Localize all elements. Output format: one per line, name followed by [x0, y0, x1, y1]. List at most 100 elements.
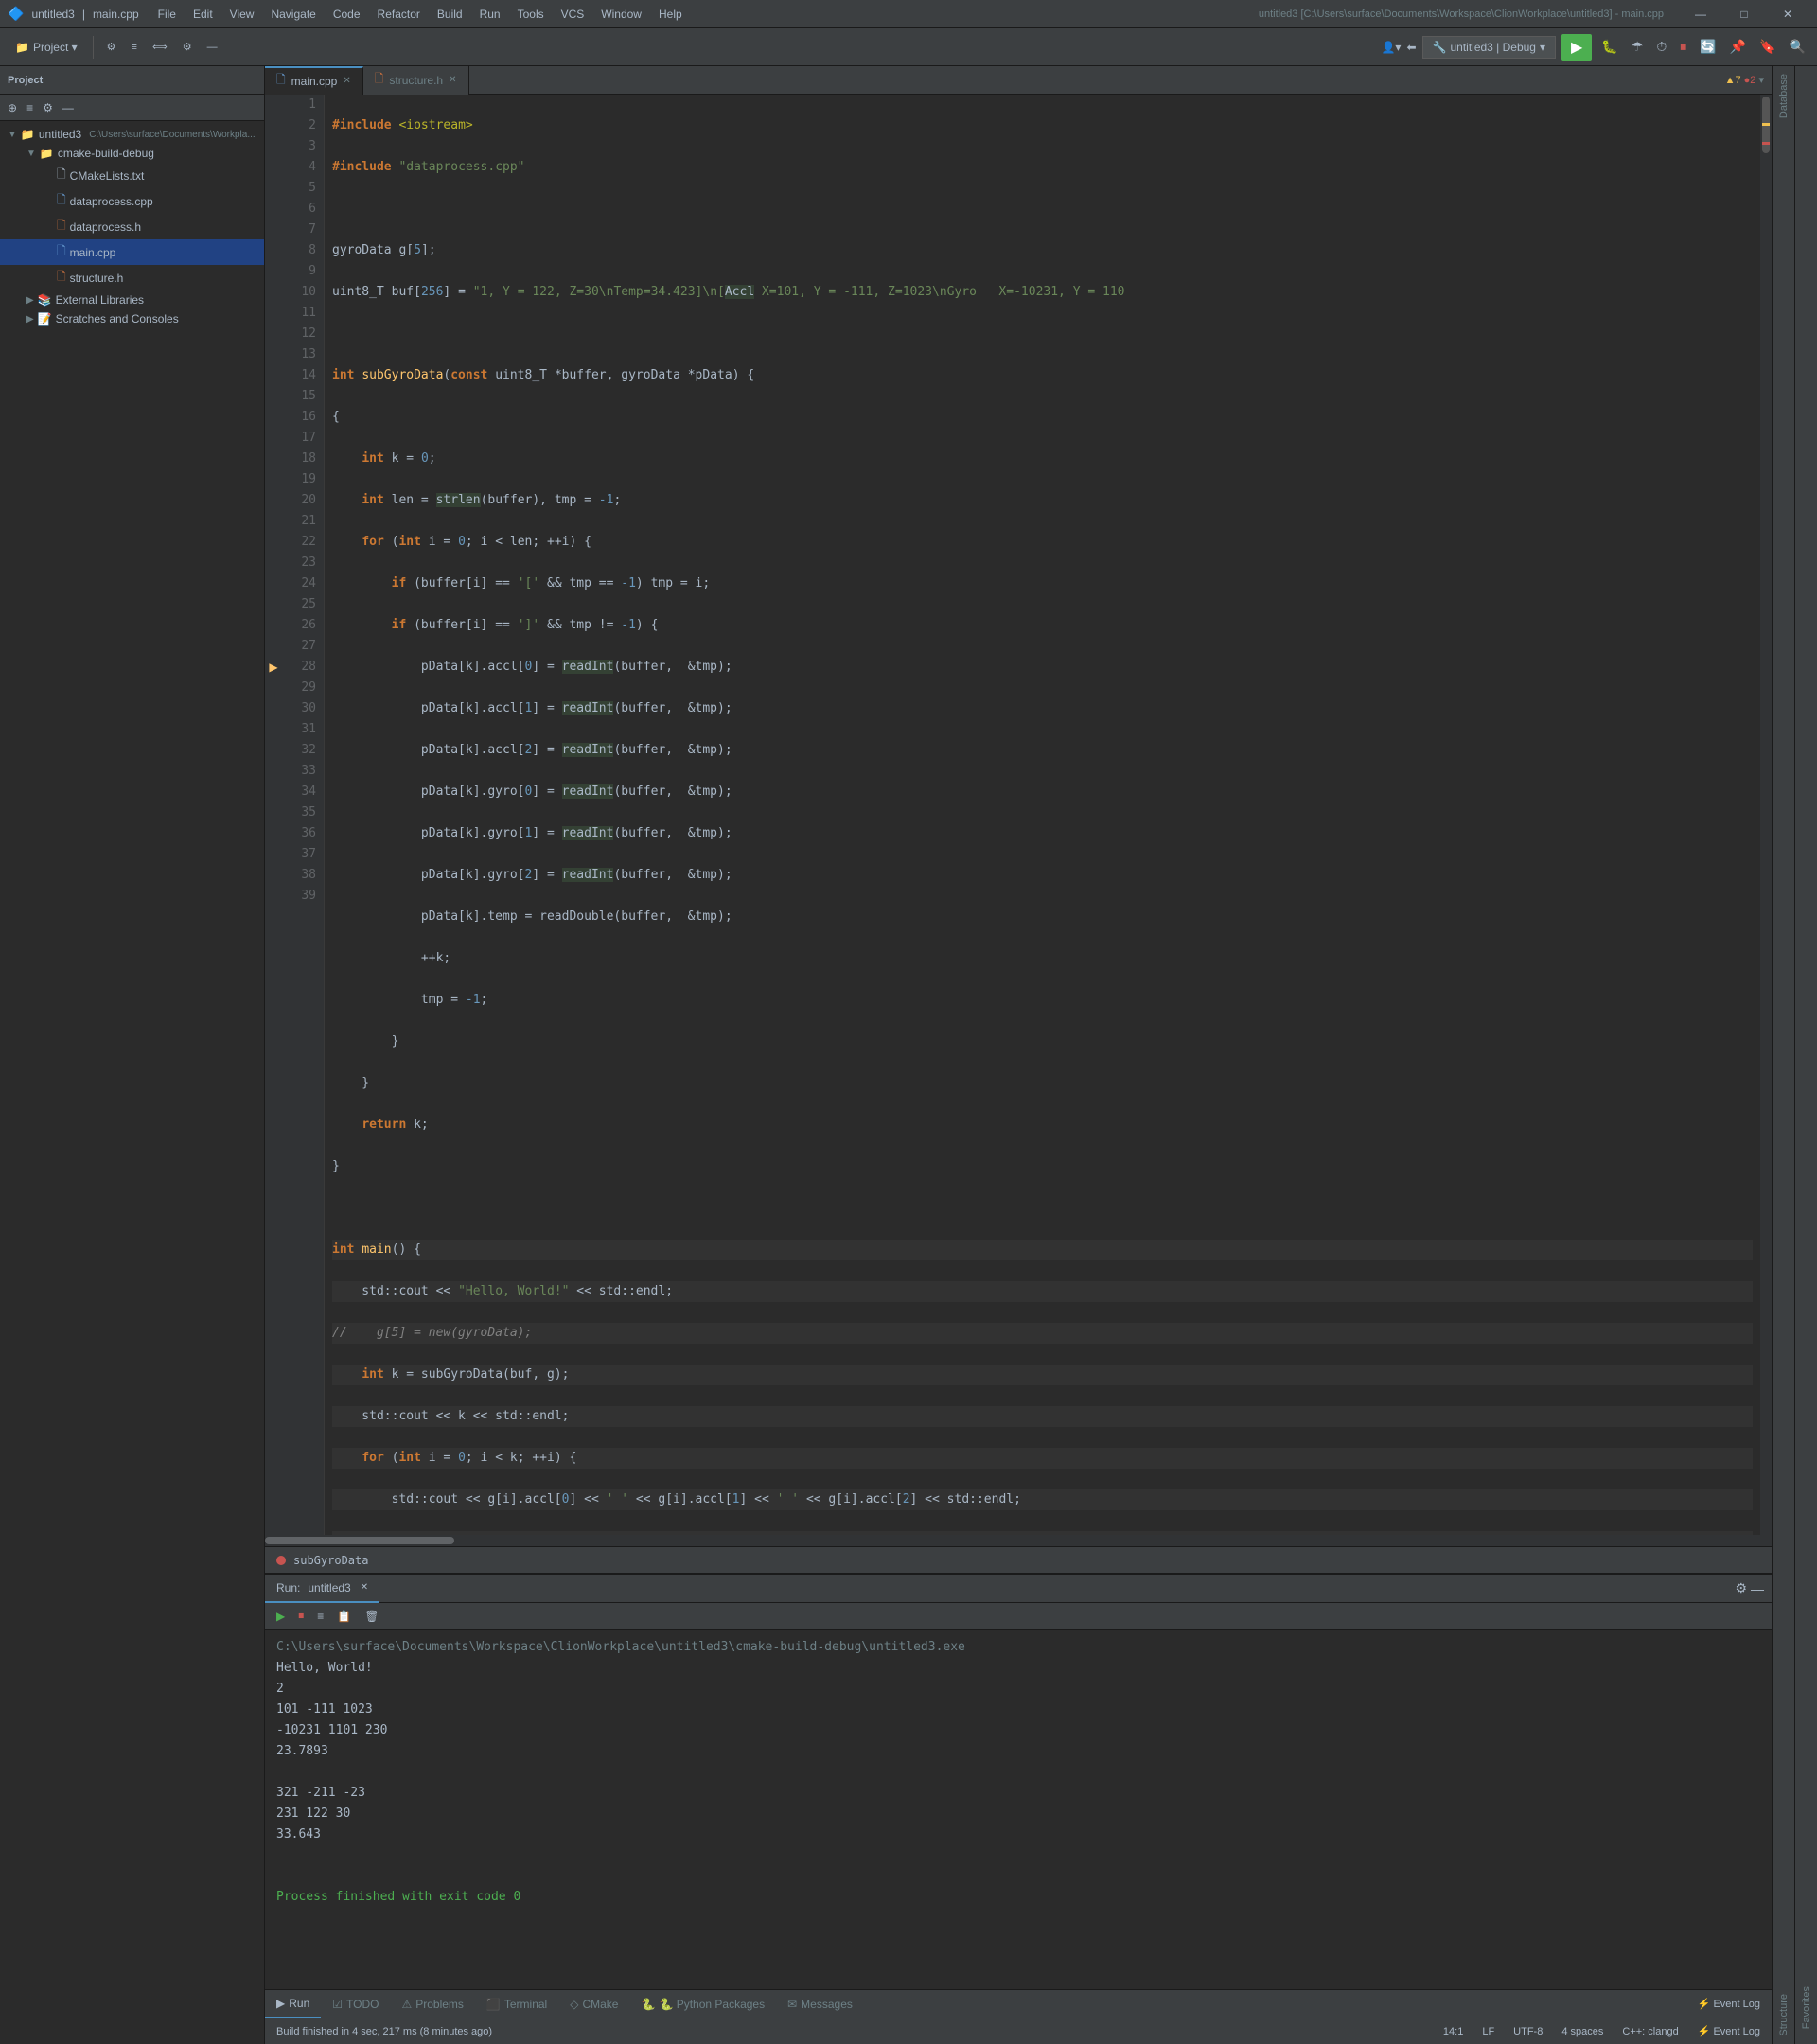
- bottom-toolbar-tab-run[interactable]: ▶ Run: [265, 1990, 321, 2018]
- bottom-toolbar-tab-terminal[interactable]: ⬛ Terminal: [475, 1990, 558, 2018]
- tab-structure-h[interactable]: 🗋 structure.h ✕: [363, 66, 469, 95]
- menu-help[interactable]: Help: [651, 4, 690, 25]
- code-line-6: [332, 324, 1753, 344]
- menu-window[interactable]: Window: [593, 4, 649, 25]
- sidebar-label-cmakelists: CMakeLists.txt: [70, 169, 145, 183]
- tab-main-cpp[interactable]: 🗋 main.cpp ✕: [265, 66, 363, 95]
- toolbar-gear-btn[interactable]: ⚙: [177, 37, 198, 57]
- bottom-toolbar-tab-problems[interactable]: ⚠ Problems: [390, 1990, 474, 2018]
- language-server[interactable]: C++: clangd: [1618, 2026, 1682, 2037]
- gutter-18: [265, 449, 282, 469]
- debug-run-button[interactable]: 🐛: [1597, 35, 1621, 59]
- menu-build[interactable]: Build: [430, 4, 470, 25]
- bottom-tab-run[interactable]: Run: untitled3 ✕: [265, 1575, 379, 1603]
- attach-button[interactable]: 📌: [1726, 35, 1750, 59]
- menu-view[interactable]: View: [222, 4, 262, 25]
- maximize-button[interactable]: □: [1722, 0, 1766, 28]
- sidebar-item-main-cpp[interactable]: 🗋 main.cpp: [0, 239, 264, 265]
- bottom-toolbar-tab-cmake[interactable]: ◇ CMake: [558, 1990, 629, 2018]
- profile-button[interactable]: ⏱: [1652, 35, 1670, 59]
- copy-output-btn[interactable]: 📋: [333, 1608, 355, 1625]
- gutter-27: [265, 636, 282, 657]
- ln-13: 13: [290, 344, 316, 365]
- minimize-button[interactable]: —: [1679, 0, 1722, 28]
- menu-refactor[interactable]: Refactor: [370, 4, 428, 25]
- code-line-15: pData[k].accl[1] = readInt(buffer, &tmp)…: [332, 698, 1753, 719]
- sidebar-item-structure-h[interactable]: 🗋 structure.h: [0, 265, 264, 291]
- settings-icon[interactable]: ⚙: [1735, 1580, 1747, 1596]
- menu-vcs[interactable]: VCS: [554, 4, 592, 25]
- bookmark-button[interactable]: 🔖: [1755, 35, 1779, 59]
- menu-edit[interactable]: Edit: [185, 4, 221, 25]
- sidebar-add-btn[interactable]: ⊕: [4, 99, 21, 116]
- gutter-39: [265, 886, 282, 907]
- code-content[interactable]: #include <iostream> #include "dataproces…: [325, 95, 1760, 1535]
- sidebar-item-cmake-build-debug[interactable]: ▼ 📁 cmake-build-debug: [0, 144, 264, 163]
- toolbar-minus-btn[interactable]: —: [202, 38, 223, 57]
- run-list-btn[interactable]: ≡: [313, 1608, 327, 1625]
- event-log-status[interactable]: ⚡ Event Log: [1694, 2025, 1764, 2037]
- event-log-button[interactable]: ⚡ Event Log: [1698, 1998, 1772, 2010]
- sidebar-item-dataprocess-h[interactable]: 🗋 dataprocess.h: [0, 214, 264, 239]
- favorites-tab[interactable]: Favorites: [1797, 1979, 1816, 2036]
- debug-config-dropdown[interactable]: 🔧 untitled3 | Debug ▾: [1422, 36, 1557, 59]
- project-sidebar: Project ⊕ ≡ ⚙ — ▼ 📁 untitled3 C:\Users\s…: [0, 66, 265, 2044]
- toolbar-list-btn[interactable]: ≡: [126, 38, 143, 57]
- code-editor: ▶ 1 2 3 4 5 6 7: [265, 95, 1772, 1535]
- sidebar-item-dataprocess-cpp[interactable]: 🗋 dataprocess.cpp: [0, 188, 264, 214]
- main-area: Project ⊕ ≡ ⚙ — ▼ 📁 untitled3 C:\Users\s…: [0, 66, 1817, 2044]
- tab-close-structure-h[interactable]: ✕: [449, 75, 456, 85]
- tab-label-main-cpp: main.cpp: [291, 75, 338, 88]
- h-scrollbar-thumb[interactable]: [265, 1537, 454, 1544]
- run-tab-close[interactable]: ✕: [361, 1582, 368, 1593]
- menu-file[interactable]: File: [150, 4, 184, 25]
- scratches-icon: 📝: [38, 312, 52, 326]
- search-everywhere-button[interactable]: 🔍: [1786, 35, 1809, 59]
- clear-output-btn[interactable]: 🗑: [361, 1608, 382, 1625]
- sidebar-list-btn[interactable]: ≡: [23, 99, 37, 116]
- project-dropdown[interactable]: 📁 Project ▾: [8, 37, 85, 58]
- menu-navigate[interactable]: Navigate: [263, 4, 323, 25]
- horizontal-scrollbar[interactable]: [265, 1535, 1772, 1546]
- vcs-user-icon[interactable]: 👤▾: [1381, 41, 1401, 54]
- back-button[interactable]: ⬅: [1406, 41, 1416, 54]
- tab-icon-structure-h: 🗋: [375, 70, 384, 90]
- ln-9: 9: [290, 261, 316, 282]
- sidebar-settings-btn[interactable]: ⚙: [39, 99, 57, 116]
- sidebar-item-external-libs[interactable]: ▶ 📚 External Libraries: [0, 291, 264, 309]
- bottom-toolbar-tab-todo[interactable]: ☑ TODO: [321, 1990, 390, 2018]
- menu-tools[interactable]: Tools: [510, 4, 552, 25]
- sidebar-minimize-btn[interactable]: —: [59, 99, 78, 116]
- menu-code[interactable]: Code: [326, 4, 368, 25]
- reload-button[interactable]: 🔄: [1696, 35, 1720, 59]
- run-again-button[interactable]: ▶: [273, 1608, 289, 1625]
- gutter-38: [265, 865, 282, 886]
- indent-settings[interactable]: 4 spaces: [1558, 2026, 1607, 2037]
- encoding[interactable]: UTF-8: [1509, 2026, 1546, 2037]
- code-line-34: std::cout << g[i].accl[0] << ' ' << g[i]…: [332, 1489, 1753, 1510]
- tab-close-main-cpp[interactable]: ✕: [343, 76, 350, 86]
- line-endings[interactable]: LF: [1478, 2026, 1498, 2037]
- coverage-button[interactable]: ☂: [1628, 35, 1648, 59]
- stop-run-button[interactable]: ⏹: [294, 1607, 308, 1625]
- editor-scrollbar[interactable]: [1760, 95, 1772, 1535]
- ln-30: 30: [290, 698, 316, 719]
- minimize-panel-icon[interactable]: —: [1751, 1581, 1764, 1596]
- toolbar-sort-btn[interactable]: ⟺: [147, 37, 173, 57]
- bottom-toolbar-tab-python[interactable]: 🐍 🐍 Python Packages: [629, 1990, 776, 2018]
- close-button[interactable]: ✕: [1766, 0, 1809, 28]
- stop-button[interactable]: ⏹: [1676, 35, 1690, 59]
- structure-tab[interactable]: Structure: [1774, 1986, 1793, 2044]
- tree-arrow-scratch: ▶: [26, 314, 34, 325]
- run-button[interactable]: ▶: [1561, 34, 1592, 61]
- sidebar-item-scratches[interactable]: ▶ 📝 Scratches and Consoles: [0, 309, 264, 328]
- bottom-toolbar-tab-messages[interactable]: ✉ Messages: [776, 1990, 864, 2018]
- menu-run[interactable]: Run: [472, 4, 508, 25]
- expand-icon[interactable]: ▾: [1758, 75, 1764, 86]
- cursor-position[interactable]: 14:1: [1439, 2026, 1467, 2037]
- build-status[interactable]: Build finished in 4 sec, 217 ms (8 minut…: [273, 2026, 496, 2037]
- database-tab[interactable]: Database: [1774, 66, 1793, 126]
- sidebar-item-cmakelists[interactable]: 🗋 CMakeLists.txt: [0, 163, 264, 188]
- toolbar-settings-btn[interactable]: ⚙: [101, 37, 122, 57]
- sidebar-item-untitled3[interactable]: ▼ 📁 untitled3 C:\Users\surface\Documents…: [0, 125, 264, 144]
